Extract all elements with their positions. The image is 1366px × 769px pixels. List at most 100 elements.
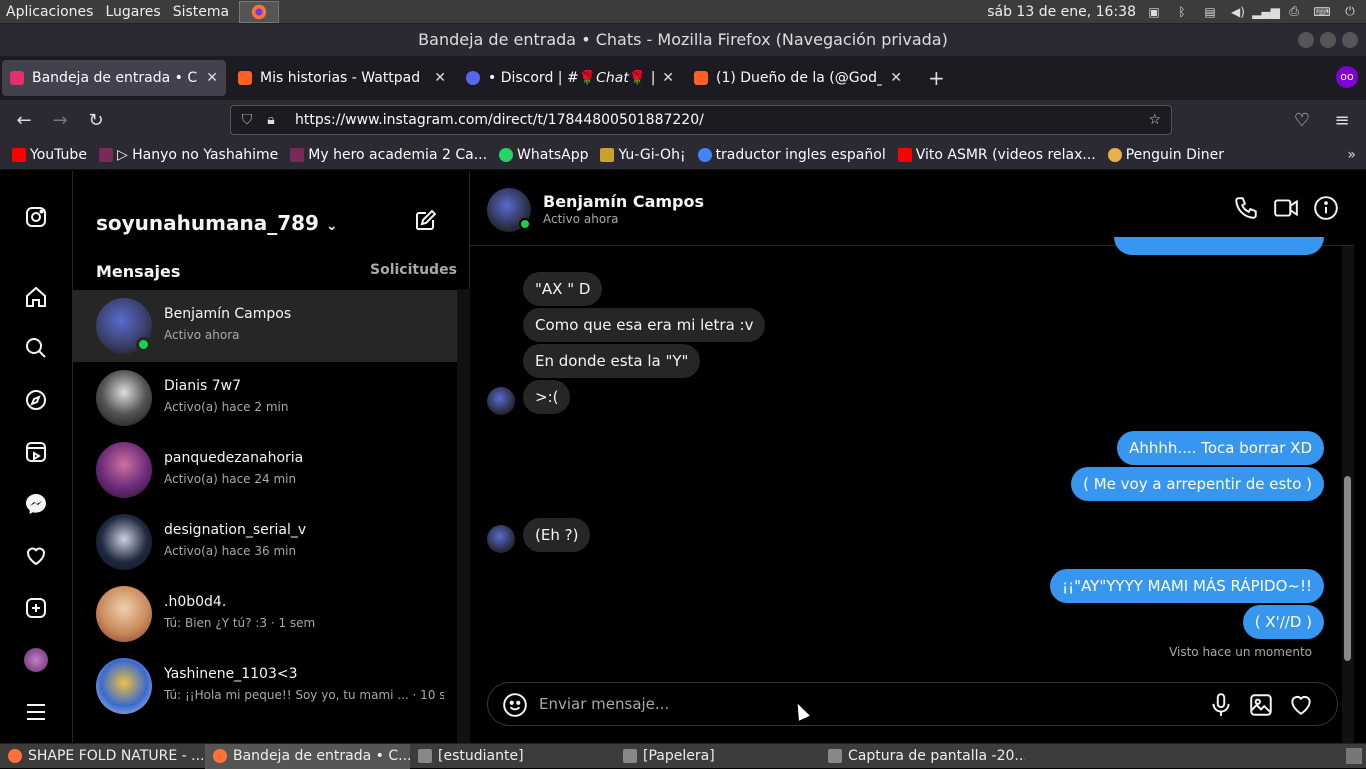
bookmark-penguin-diner[interactable]: Penguin Diner: [1107, 147, 1224, 163]
menu-places[interactable]: Lugares: [99, 0, 166, 24]
clipboard-icon[interactable]: ▤: [1200, 3, 1220, 21]
sender-avatar[interactable]: [487, 387, 515, 415]
bookmark-yashahime[interactable]: ▷ Hanyo no Yashahime: [98, 147, 278, 163]
message-bubble-out[interactable]: ( X'//D ): [1242, 605, 1324, 639]
close-tab-icon[interactable]: ✕: [206, 70, 218, 86]
message-bubble-out[interactable]: Ahhhh.... Toca borrar XD: [1117, 431, 1324, 465]
more-menu-icon[interactable]: [22, 698, 50, 726]
conversation-item[interactable]: Yashinene_1103<3 Tú: ¡¡Hola mi peque!! S…: [73, 650, 457, 722]
back-icon[interactable]: ←: [6, 110, 42, 131]
search-icon[interactable]: [22, 334, 50, 362]
lock-icon[interactable]: 🔒︎: [259, 112, 283, 128]
message-bubble-out[interactable]: ( Me voy a arrepentir de esto ): [1071, 467, 1324, 501]
bookmark-translator[interactable]: traductor ingles español: [697, 147, 886, 163]
scrollbar-thumb[interactable]: [1344, 476, 1351, 661]
menu-applications[interactable]: Aplicaciones: [0, 0, 99, 24]
bookmark-vito-asmr[interactable]: Vito ASMR (videos relax...: [897, 147, 1096, 163]
conversation-status: Activo(a) hace 36 min: [164, 544, 297, 558]
keyboard-icon[interactable]: ⌨: [1312, 3, 1332, 21]
network-icon[interactable]: ▣: [1144, 3, 1164, 21]
close-tab-icon[interactable]: ✕: [890, 70, 902, 86]
message-bubble-in[interactable]: Como que esa era mi letra :v: [523, 308, 766, 342]
wattpad-favicon-icon: [238, 71, 252, 85]
taskbar-item[interactable]: [estudiante]: [410, 744, 615, 769]
chat-contact-name[interactable]: Benjamín Campos: [543, 192, 704, 211]
requests-link[interactable]: Solicitudes: [370, 262, 457, 278]
conversation-status: Tú: ¡¡Hola mi peque!! Soy yo, tu mami ..…: [164, 688, 444, 702]
chat-scrollbar[interactable]: [1342, 246, 1354, 743]
bookmark-whatsapp[interactable]: WhatsApp: [499, 147, 588, 163]
new-message-icon[interactable]: [413, 209, 437, 237]
firefox-launcher-icon[interactable]: [239, 0, 280, 23]
conversation-item[interactable]: Benjamín Campos Activo ahora: [73, 290, 457, 362]
close-tab-icon[interactable]: ✕: [434, 70, 446, 86]
conversation-item[interactable]: Dianis 7w7 Activo(a) hace 2 min: [73, 362, 457, 434]
bookmark-star-icon[interactable]: ☆: [1148, 112, 1161, 128]
conversation-name: Yashinene_1103<3: [164, 666, 298, 682]
instagram-logo-icon[interactable]: [22, 203, 50, 231]
menu-system[interactable]: Sistema: [167, 0, 235, 24]
messenger-icon[interactable]: [22, 490, 50, 518]
message-bubble-out[interactable]: ¡¡"AY"YYYY MAMI MÁS RÁPIDO~!!: [1050, 569, 1324, 603]
forward-icon[interactable]: →: [42, 110, 78, 131]
power-icon[interactable]: ⏻: [1340, 3, 1360, 21]
message-bubble-in[interactable]: (Eh ?): [523, 518, 591, 552]
message-bubble-partial[interactable]: [1114, 237, 1324, 255]
reload-icon[interactable]: ↻: [78, 110, 114, 131]
hamburger-menu-icon[interactable]: ≡: [1324, 110, 1360, 131]
more-bookmarks-icon[interactable]: »: [1347, 147, 1356, 163]
pocket-icon[interactable]: ♡: [1284, 110, 1320, 131]
conversation-item[interactable]: panquedezanahoria Activo(a) hace 24 min: [73, 434, 457, 506]
message-input[interactable]: Enviar mensaje...: [539, 695, 669, 713]
reels-icon[interactable]: [22, 438, 50, 466]
video-call-icon[interactable]: [1273, 195, 1299, 221]
emoji-icon[interactable]: [502, 692, 528, 722]
message-bubble-in[interactable]: "AX " D: [523, 272, 603, 306]
minimize-button[interactable]: [1298, 32, 1314, 48]
create-icon[interactable]: [22, 594, 50, 622]
conversation-item[interactable]: designation_serial_v Activo(a) hace 36 m…: [73, 506, 457, 578]
close-window-button[interactable]: [1342, 32, 1358, 48]
taskbar-item[interactable]: Bandeja de entrada • C...: [205, 743, 410, 769]
microphone-icon[interactable]: [1208, 692, 1234, 722]
volume-icon[interactable]: ◀): [1228, 3, 1248, 21]
signal-icon[interactable]: ▂▄▆: [1252, 3, 1280, 21]
printer-icon[interactable]: ⎙: [1284, 3, 1304, 21]
clock[interactable]: sáb 13 de ene, 16:38: [987, 4, 1136, 20]
phone-call-icon[interactable]: [1233, 195, 1259, 221]
new-tab-icon[interactable]: +: [928, 66, 945, 90]
bluetooth-icon[interactable]: ᛒ: [1172, 3, 1192, 21]
show-desktop-icon[interactable]: [1346, 748, 1362, 764]
home-icon[interactable]: [22, 283, 50, 311]
conversation-item[interactable]: .h0b0d4. Tú: Bien ¿Y tú? :3 · 1 sem: [73, 578, 457, 650]
url-text[interactable]: https://www.instagram.com/direct/t/17844…: [295, 112, 704, 128]
close-tab-icon[interactable]: ✕: [662, 70, 674, 86]
tab-instagram[interactable]: Bandeja de entrada • Chats✕: [2, 60, 226, 96]
message-composer[interactable]: Enviar mensaje...: [487, 682, 1338, 726]
bookmark-yugioh[interactable]: Yu-Gi-Oh¡: [600, 147, 686, 163]
taskbar-item[interactable]: [Papelera]: [615, 744, 820, 769]
tab-discord[interactable]: • Discord | #🌹𝘊𝘩𝘢𝘵🌹 | "V✕: [458, 60, 682, 96]
sender-avatar[interactable]: [487, 525, 515, 553]
image-upload-icon[interactable]: [1248, 692, 1274, 722]
tracking-shield-icon[interactable]: ⛉: [235, 112, 259, 128]
maximize-button[interactable]: [1320, 32, 1336, 48]
explore-icon[interactable]: [22, 386, 50, 414]
list-scrollbar[interactable]: [457, 289, 470, 743]
url-bar[interactable]: ⛉ 🔒︎ https://www.instagram.com/direct/t/…: [230, 105, 1172, 135]
taskbar-item[interactable]: Captura de pantalla -20...: [820, 744, 1025, 769]
tab-wattpad[interactable]: Mis historias - Wattpad ✕: [230, 60, 454, 96]
active-status-dot: [519, 218, 531, 230]
notifications-heart-icon[interactable]: [22, 542, 50, 570]
active-status-dot: [136, 337, 151, 352]
tab-wattpad-2[interactable]: (1) Dueño de la (@God_of ✕: [686, 60, 910, 96]
profile-avatar-icon[interactable]: [22, 646, 50, 674]
taskbar-item[interactable]: SHAPE FOLD NATURE - ...: [0, 744, 205, 769]
bookmark-youtube[interactable]: YouTube: [12, 147, 87, 163]
message-bubble-in[interactable]: >:(: [523, 380, 571, 414]
account-switcher[interactable]: soyunahumana_789 ⌄: [96, 211, 338, 235]
like-heart-icon[interactable]: [1288, 692, 1314, 722]
bookmark-my-hero-academia[interactable]: My hero academia 2 Ca...: [290, 147, 487, 163]
conversation-info-icon[interactable]: [1313, 195, 1339, 221]
message-bubble-in[interactable]: En donde esta la "Y": [523, 344, 701, 378]
